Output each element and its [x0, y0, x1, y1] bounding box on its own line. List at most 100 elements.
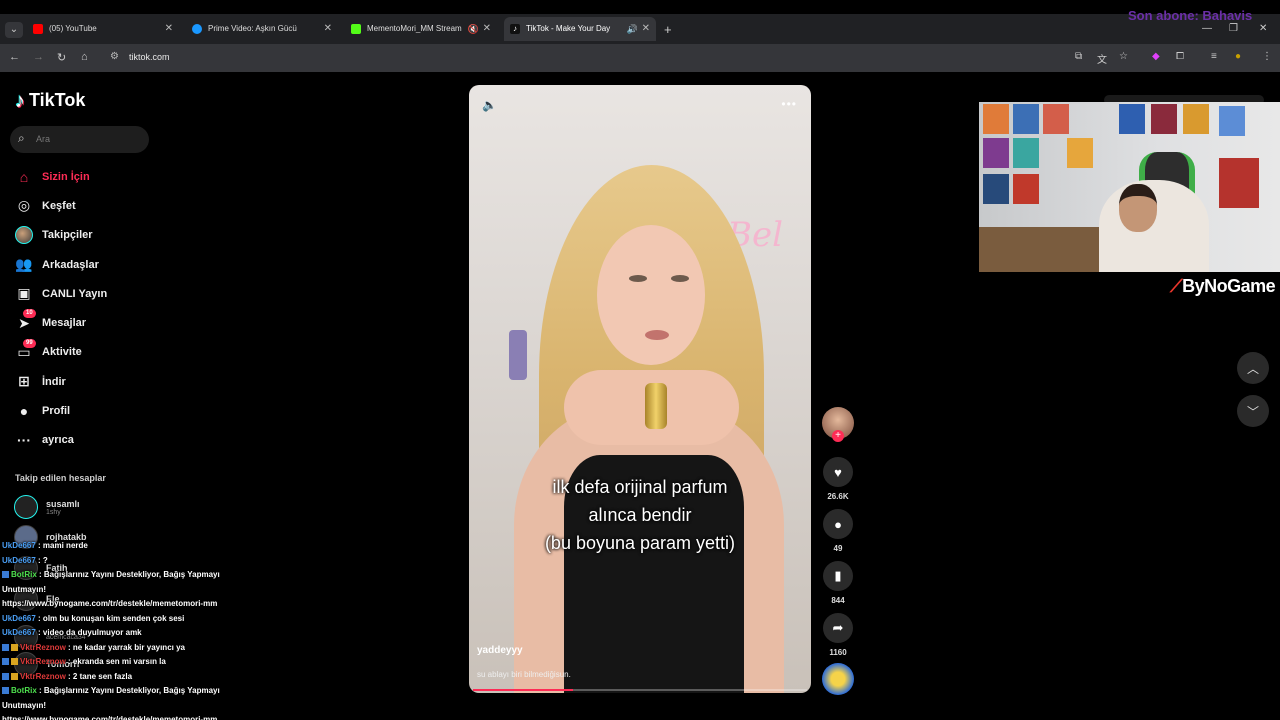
more-options-icon[interactable]: ••• — [781, 97, 797, 111]
video-author[interactable]: yaddeyyy — [477, 645, 523, 656]
tab-title: (05) YouTube — [49, 24, 97, 33]
download-icon: ⊞ — [18, 373, 30, 390]
youtube-icon — [33, 24, 43, 34]
chat-message: BotRix : Bağışlarınız Yayını Destekliyor… — [2, 684, 242, 720]
sidebar-item-activity[interactable]: ▭ 99 Aktivite — [14, 338, 107, 367]
next-video-button[interactable]: ﹀ — [1237, 395, 1269, 427]
chat-message: UkDe667 : video da duyulmuyor amk — [2, 626, 242, 641]
chat-message: VktrReznow : 2 tane sen fazla — [2, 670, 242, 685]
muted-speaker-icon[interactable]: 🔇 — [468, 17, 479, 41]
music-disc-icon[interactable] — [822, 663, 854, 695]
video-eye — [671, 275, 689, 282]
minimize-icon[interactable]: — — [1202, 23, 1212, 34]
video-caption: ilk defa orijinal parfum alınca bendir (… — [469, 473, 811, 557]
search-input[interactable] — [36, 132, 136, 146]
previous-video-button[interactable]: ︿ — [1237, 352, 1269, 384]
profile-avatar-icon[interactable]: ● — [1235, 51, 1241, 62]
chat-username: UkDe667 — [2, 555, 36, 565]
save-button[interactable]: ▮ — [823, 561, 853, 591]
follow-plus-icon[interactable]: + — [832, 430, 844, 442]
speaker-icon[interactable]: 🔊 — [627, 17, 638, 41]
tab-tiktok[interactable]: ♪ TikTok - Make Your Day 🔊 ✕ — [504, 17, 656, 41]
caption-line: (bu boyuna param yetti) — [544, 533, 736, 553]
chat-username: VktrReznow — [20, 657, 66, 666]
wall-poster — [1219, 106, 1245, 136]
translate-icon[interactable]: 文 — [1097, 51, 1107, 66]
caption-line: alınca bendir — [588, 505, 692, 525]
desk — [979, 227, 1109, 272]
close-icon[interactable]: ✕ — [324, 17, 332, 41]
wall-poster — [1013, 138, 1039, 168]
video-player[interactable]: Bel 🔈 ••• ilk defa orijinal parfum alınc… — [469, 85, 811, 693]
tab-kick-stream[interactable]: MementoMori_MM Stream 🔇 ✕ — [345, 17, 497, 41]
wall-poster — [1119, 104, 1145, 134]
tab-search-button[interactable]: ⌄ — [5, 22, 23, 38]
sponsor-logo: ⟋ByNoGame — [1170, 276, 1276, 297]
install-app-icon[interactable]: ⧉ — [1075, 51, 1082, 62]
chevron-down-icon: ﹀ — [1246, 404, 1259, 419]
sidebar-item-live[interactable]: ▣ CANLI Yayın — [14, 279, 107, 308]
browser-toolbar: ← → ↻ ⌂ ⚙ tiktok.com ⧉ 文 ☆ ◆ ⧠ ≡ ● ⋮ — [0, 44, 1280, 72]
following-account[interactable]: susamlı 1shy — [14, 495, 80, 519]
search-box[interactable]: ⌕ — [10, 126, 149, 153]
badge-icon — [2, 672, 9, 680]
video-progress-bar[interactable] — [473, 689, 807, 691]
back-icon[interactable]: ← — [9, 51, 20, 63]
browser-tab-bar: ⌄ (05) YouTube ✕ Prime Video: Aşkın Gücü… — [0, 0, 1280, 44]
chat-text: : 2 tane sen fazla — [68, 671, 133, 681]
volume-icon[interactable]: 🔈 — [482, 98, 497, 112]
sponsor-name: ByNoGame — [1182, 276, 1276, 296]
sidebar-item-explore[interactable]: ◎ Keşfet — [14, 191, 107, 220]
chat-text: : olm bu konuşan kim senden çok sesi — [38, 613, 185, 623]
bookmark-star-icon[interactable]: ☆ — [1119, 51, 1128, 62]
share-button[interactable]: ➦ — [823, 613, 853, 643]
tab-prime-video[interactable]: Prime Video: Aşkın Gücü ✕ — [186, 17, 338, 41]
sidebar-item-label: CANLI Yayın — [42, 287, 108, 300]
close-window-icon[interactable]: ✕ — [1259, 23, 1267, 34]
chat-message: VktrReznow : ekranda sen mi varsın la — [2, 655, 242, 670]
sidebar-item-label: Profil — [42, 405, 71, 418]
restore-icon[interactable]: ❐ — [1229, 23, 1238, 34]
sidebar-item-download[interactable]: ⊞ İndir — [14, 367, 107, 396]
menu-dots-icon[interactable]: ⋮ — [1262, 51, 1272, 62]
sidebar-item-friends[interactable]: 👥 Arkadaşlar — [14, 250, 107, 279]
chat-text: : video da duyulmuyor amk — [38, 628, 142, 637]
sidebar-item-following[interactable]: Takipçiler — [14, 221, 107, 250]
tab-list-icon[interactable]: ≡ — [1211, 51, 1217, 62]
wall-poster — [983, 138, 1009, 168]
logo-text: TikTok — [29, 90, 86, 110]
comment-count: 49 — [833, 544, 843, 553]
tab-title: Prime Video: Aşkın Gücü — [208, 24, 297, 33]
new-tab-button[interactable]: + — [664, 22, 672, 37]
site-info-icon[interactable]: ⚙ — [110, 51, 119, 62]
video-description: su ablayı biri bilmediğisun. — [477, 670, 571, 679]
wall-poster — [1043, 104, 1069, 134]
profile-icon: ● — [19, 403, 29, 420]
sidebar-nav: ⌂ Sizin İçin ◎ Keşfet Takipçiler 👥 Arkad… — [14, 162, 107, 455]
tiktok-note-icon: ♪ — [15, 89, 25, 112]
reload-icon[interactable]: ↻ — [57, 51, 66, 64]
sidebar-item-label: Aktivite — [42, 346, 82, 359]
tiktok-logo[interactable]: ♪ TikTok — [15, 90, 85, 111]
comment-button[interactable]: ● — [823, 509, 853, 539]
kick-icon — [351, 24, 361, 34]
home-icon[interactable]: ⌂ — [81, 51, 88, 63]
sidebar-item-more[interactable]: ··· ayrıca — [14, 426, 107, 455]
tab-title: MementoMori_MM Stream — [367, 24, 462, 33]
like-button[interactable]: ♥ — [823, 457, 853, 487]
sidebar-item-profile[interactable]: ● Profil — [14, 396, 107, 425]
forward-icon[interactable]: → — [33, 51, 44, 63]
close-icon[interactable]: ✕ — [165, 17, 173, 41]
friends-icon: 👥 — [15, 256, 33, 273]
close-icon[interactable]: ✕ — [483, 17, 491, 41]
wall-poster — [1183, 104, 1209, 134]
sidebar-item-messages[interactable]: ➤ 10 Mesajlar — [14, 308, 107, 337]
extension-icon[interactable]: ◆ — [1152, 51, 1160, 62]
tab-youtube[interactable]: (05) YouTube ✕ — [27, 17, 179, 41]
address-bar[interactable]: tiktok.com — [129, 52, 170, 62]
video-progress-fill — [473, 689, 574, 691]
close-icon[interactable]: ✕ — [642, 17, 650, 41]
extensions-puzzle-icon[interactable]: ⧠ — [1176, 51, 1184, 62]
sidebar-item-for-you[interactable]: ⌂ Sizin İçin — [14, 162, 107, 191]
chat-message: UkDe667 : mami nerde — [2, 539, 242, 554]
